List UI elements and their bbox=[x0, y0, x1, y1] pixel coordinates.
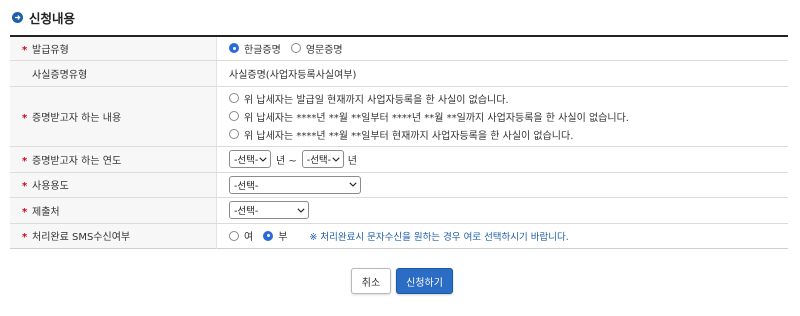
issue-type-english-radio[interactable] bbox=[290, 43, 301, 54]
content-option-3-label[interactable]: 위 납세자는 ****년 **월 **일부터 현재까지 사업자등록을 한 사실이… bbox=[244, 127, 573, 142]
issue-type-value: 한글증명 영문증명 bbox=[216, 36, 788, 61]
content-option-1-radio[interactable] bbox=[229, 93, 239, 103]
purpose-select-value: -선택- bbox=[234, 180, 259, 192]
purpose-select[interactable]: -선택- bbox=[229, 175, 361, 194]
row-submit-to: * 제출처 -선택- bbox=[10, 197, 788, 224]
required-mark: * bbox=[22, 155, 28, 167]
sms-label: 처리완료 SMS수신여부 bbox=[32, 232, 131, 243]
purpose-label: 사용용도 bbox=[32, 181, 69, 192]
label-cell: * 사용용도 bbox=[10, 172, 217, 198]
issue-type-english-label[interactable]: 영문증명 bbox=[306, 41, 343, 56]
required-mark: * bbox=[22, 44, 28, 56]
section-header: 신청내용 bbox=[12, 8, 75, 26]
application-form: * 발급유형 한글증명 영문증명 사실증명유형 사실증명(사업자등록사실여부) *… bbox=[10, 35, 788, 249]
cert-type-value: 사실증명(사업자등록사실여부) bbox=[216, 60, 788, 87]
submit-to-select-value: -선택- bbox=[234, 206, 259, 217]
sms-yes-label[interactable]: 여 bbox=[244, 228, 253, 243]
required-mark: * bbox=[22, 232, 28, 243]
row-content: * 증명받고자 하는 내용 위 납세자는 발급일 현재까지 사업자등록을 한 사실… bbox=[10, 86, 788, 147]
content-options: 위 납세자는 발급일 현재까지 사업자등록을 한 사실이 없습니다. 위 납세자… bbox=[216, 86, 788, 147]
label-cell: * 증명받고자 하는 내용 bbox=[10, 86, 217, 147]
content-option-1-label[interactable]: 위 납세자는 발급일 현재까지 사업자등록을 한 사실이 없습니다. bbox=[244, 91, 509, 106]
required-mark: * bbox=[22, 181, 28, 192]
chevron-down-icon bbox=[259, 156, 267, 162]
cancel-button[interactable]: 취소 bbox=[351, 268, 391, 294]
sms-no-label[interactable]: 부 bbox=[278, 228, 287, 243]
year-value: -선택- 년 ~ -선택- 년 bbox=[216, 146, 788, 173]
purpose-value: -선택- bbox=[216, 172, 788, 198]
required-mark: * bbox=[22, 112, 28, 124]
label-cell: * 발급유형 bbox=[10, 36, 217, 61]
row-cert-type: 사실증명유형 사실증명(사업자등록사실여부) bbox=[10, 60, 788, 87]
label-cell: * 증명받고자 하는 연도 bbox=[10, 146, 217, 173]
row-issue-type: * 발급유형 한글증명 영문증명 bbox=[10, 36, 788, 61]
chevron-down-icon bbox=[297, 207, 305, 213]
content-option-3-radio[interactable] bbox=[229, 129, 239, 139]
section-title: 신청내용 bbox=[29, 10, 76, 26]
submit-button[interactable]: 신청하기 bbox=[396, 268, 453, 294]
row-purpose: * 사용용도 -선택- bbox=[10, 172, 788, 198]
required-mark: * bbox=[22, 206, 28, 218]
sms-note: ※ 처리완료시 문자수신을 원하는 경우 여로 선택하시기 바랍니다. bbox=[309, 231, 569, 243]
circle-arrow-right-icon bbox=[12, 11, 23, 23]
sms-yes-radio[interactable] bbox=[229, 230, 239, 241]
row-year: * 증명받고자 하는 연도 -선택- 년 ~ -선택- 년 bbox=[10, 146, 788, 173]
label-cell: * 제출처 bbox=[10, 197, 217, 224]
issue-type-label: 발급유형 bbox=[32, 44, 69, 56]
year-to-select[interactable]: -선택- bbox=[301, 150, 344, 168]
issue-type-korean-label[interactable]: 한글증명 bbox=[244, 41, 281, 56]
label-cell: * 처리완료 SMS수신여부 bbox=[10, 223, 217, 248]
year-label: 증명받고자 하는 연도 bbox=[32, 155, 122, 167]
submit-to-value: -선택- bbox=[216, 197, 788, 224]
row-sms: * 처리완료 SMS수신여부 여 부 ※ 처리완료시 문자수신을 원하는 경우 여… bbox=[10, 223, 788, 248]
chevron-down-icon bbox=[349, 182, 357, 187]
year-separator: 년 ~ bbox=[276, 155, 297, 167]
cert-type-label: 사실증명유형 bbox=[32, 69, 88, 81]
content-label: 증명받고자 하는 내용 bbox=[32, 112, 122, 124]
issue-type-korean-radio[interactable] bbox=[229, 43, 239, 54]
chevron-down-icon bbox=[332, 156, 340, 162]
label-cell: 사실증명유형 bbox=[10, 60, 217, 87]
content-option-2-radio[interactable] bbox=[229, 111, 239, 121]
year-to-value: -선택- bbox=[306, 155, 332, 166]
year-suffix: 년 bbox=[347, 155, 357, 167]
content-option-2-label[interactable]: 위 납세자는 ****년 **월 **일부터 ****년 **월 **일까지 사… bbox=[244, 109, 629, 124]
submit-to-select[interactable]: -선택- bbox=[229, 201, 309, 219]
sms-value: 여 부 ※ 처리완료시 문자수신을 원하는 경우 여로 선택하시기 바랍니다. bbox=[217, 223, 789, 248]
year-from-select[interactable]: -선택- bbox=[229, 150, 271, 168]
submit-to-label: 제출처 bbox=[32, 206, 60, 218]
year-from-value: -선택- bbox=[234, 155, 259, 166]
sms-no-radio[interactable] bbox=[263, 230, 274, 241]
